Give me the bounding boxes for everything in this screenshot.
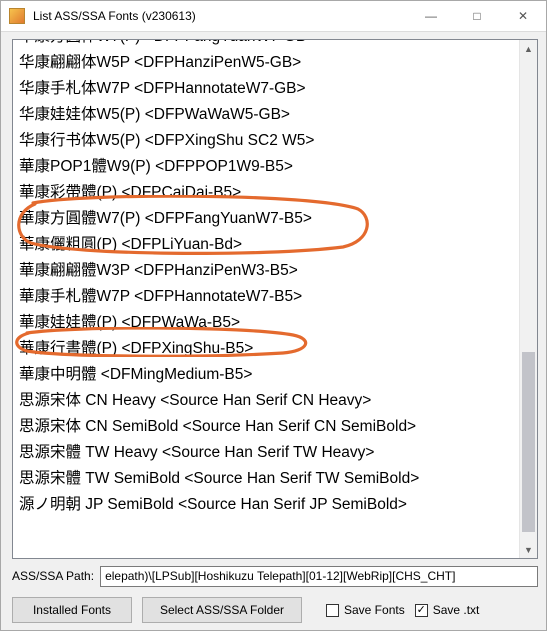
font-list-item[interactable]: 华康翩翩体W5P <DFPHanziPenW5-GB> <box>19 50 519 76</box>
vertical-scrollbar[interactable]: ▲ ▼ <box>519 40 537 558</box>
font-list-item[interactable]: 華康翩翩體W3P <DFPHanziPenW3-B5> <box>19 258 519 284</box>
window-title: List ASS/SSA Fonts (v230613) <box>33 9 408 23</box>
save-txt-label: Save .txt <box>433 603 480 617</box>
scroll-down-button[interactable]: ▼ <box>520 541 537 558</box>
titlebar: List ASS/SSA Fonts (v230613) — □ ✕ <box>1 1 546 32</box>
scroll-thumb[interactable] <box>522 352 535 532</box>
font-list[interactable]: 华康方圆体W7(P) <DFPFangYuanW7-GB>华康翩翩体W5P <D… <box>13 40 519 558</box>
font-list-item[interactable]: 华康方圆体W7(P) <DFPFangYuanW7-GB> <box>19 40 519 50</box>
font-list-item[interactable]: 华康手札体W7P <DFPHannotateW7-GB> <box>19 76 519 102</box>
font-list-item[interactable]: 華康行書體(P) <DFPXingShu-B5> <box>19 336 519 362</box>
window-controls: — □ ✕ <box>408 1 546 31</box>
save-fonts-checkbox[interactable]: Save Fonts <box>326 603 405 617</box>
font-list-item[interactable]: 華康手札體W7P <DFPHannotateW7-B5> <box>19 284 519 310</box>
font-list-item[interactable]: 思源宋體 TW SemiBold <Source Han Serif TW Se… <box>19 466 519 492</box>
font-list-item[interactable]: 華康儷粗圓(P) <DFPLiYuan-Bd> <box>19 232 519 258</box>
font-list-item[interactable]: 華康娃娃體(P) <DFPWaWa-B5> <box>19 310 519 336</box>
font-list-item[interactable]: 華康方圓體W7(P) <DFPFangYuanW7-B5> <box>19 206 519 232</box>
save-txt-checkbox[interactable]: ✓ Save .txt <box>415 603 480 617</box>
font-list-panel: 华康方圆体W7(P) <DFPFangYuanW7-GB>华康翩翩体W5P <D… <box>12 39 538 559</box>
select-folder-button[interactable]: Select ASS/SSA Folder <box>142 597 302 623</box>
app-window: List ASS/SSA Fonts (v230613) — □ ✕ 华康方圆体… <box>0 0 547 631</box>
path-row: ASS/SSA Path: <box>12 564 538 588</box>
font-list-item[interactable]: 華康彩帶體(P) <DFPCaiDai-B5> <box>19 180 519 206</box>
font-list-item[interactable]: 華康POP1體W9(P) <DFPPOP1W9-B5> <box>19 154 519 180</box>
path-input[interactable] <box>100 566 538 587</box>
font-list-item[interactable]: 源ノ明朝 JP SemiBold <Source Han Serif JP Se… <box>19 492 519 518</box>
font-list-item[interactable]: 思源宋體 TW Heavy <Source Han Serif TW Heavy… <box>19 440 519 466</box>
button-row: Installed Fonts Select ASS/SSA Folder Sa… <box>12 596 538 624</box>
font-list-item[interactable]: 華康中明體 <DFMingMedium-B5> <box>19 362 519 388</box>
bottom-panel: ASS/SSA Path: Installed Fonts Select ASS… <box>12 564 538 622</box>
save-fonts-label: Save Fonts <box>344 603 405 617</box>
minimize-button[interactable]: — <box>408 1 454 31</box>
installed-fonts-button[interactable]: Installed Fonts <box>12 597 132 623</box>
maximize-button[interactable]: □ <box>454 1 500 31</box>
checkbox-box: ✓ <box>415 604 428 617</box>
font-list-item[interactable]: 华康行书体W5(P) <DFPXingShu SC2 W5> <box>19 128 519 154</box>
scroll-up-button[interactable]: ▲ <box>520 40 537 57</box>
checkbox-box <box>326 604 339 617</box>
close-button[interactable]: ✕ <box>500 1 546 31</box>
app-icon <box>9 8 25 24</box>
font-list-item[interactable]: 思源宋体 CN Heavy <Source Han Serif CN Heavy… <box>19 388 519 414</box>
path-label: ASS/SSA Path: <box>12 569 94 583</box>
scroll-track[interactable] <box>520 57 537 541</box>
font-list-item[interactable]: 思源宋体 CN SemiBold <Source Han Serif CN Se… <box>19 414 519 440</box>
font-list-item[interactable]: 华康娃娃体W5(P) <DFPWaWaW5-GB> <box>19 102 519 128</box>
